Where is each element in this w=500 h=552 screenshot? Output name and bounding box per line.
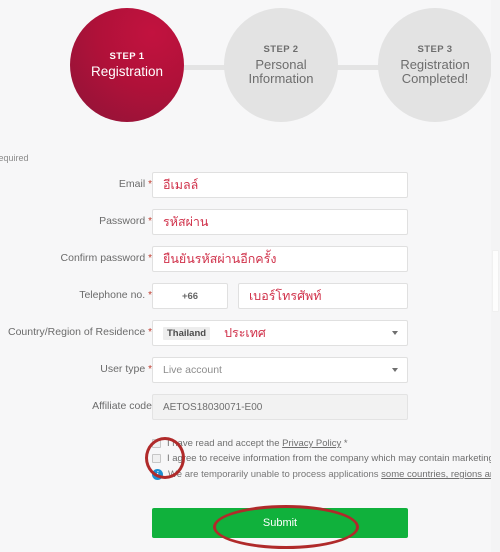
stepper-step-2-title-line1: Personal bbox=[255, 57, 307, 72]
affiliate-code-label-text: Affiliate code bbox=[92, 400, 152, 412]
country-label-text: Country/Region of Residence bbox=[8, 326, 146, 338]
affiliate-code-field[interactable]: AETOS18030071-E00 bbox=[152, 394, 408, 420]
chevron-down-icon bbox=[392, 331, 398, 335]
privacy-policy-label: I have read and accept the Privacy Polic… bbox=[167, 437, 348, 450]
affiliate-code-value: AETOS18030071-E00 bbox=[163, 401, 263, 413]
consent-marketing-row[interactable]: I agree to receive information from the … bbox=[152, 452, 500, 467]
confirm-password-label-text: Confirm password bbox=[60, 252, 146, 264]
country-label: Country/Region of Residence * bbox=[0, 326, 152, 338]
stepper-step-3-title-line1: Registration bbox=[400, 57, 470, 72]
email-field[interactable]: อีเมลล์ bbox=[152, 172, 408, 198]
country-select[interactable]: Thailand ประเทศ bbox=[152, 320, 408, 346]
stepper-step-2[interactable]: STEP 2 Personal Information bbox=[224, 8, 338, 122]
restriction-notice-text: We are temporarily unable to process app… bbox=[168, 468, 500, 481]
telephone-country-code[interactable]: +66 bbox=[152, 283, 228, 309]
stepper-step-2-title-line2: Information bbox=[248, 71, 314, 86]
privacy-policy-text-before: I have read and accept the bbox=[167, 438, 283, 449]
form-row-country: Country/Region of Residence * Thailand ป… bbox=[0, 320, 500, 357]
stepper-step-1-title: Registration bbox=[90, 64, 164, 79]
stepper-step-2-number: STEP 2 bbox=[263, 44, 299, 55]
stepper-step-3-title: Registration Completed! bbox=[394, 58, 475, 86]
required-note: * Required bbox=[0, 153, 29, 163]
form-row-telephone: Telephone no. * +66 เบอร์โทรศัพท์ bbox=[0, 283, 500, 320]
telephone-label: Telephone no. * bbox=[0, 289, 152, 301]
telephone-label-text: Telephone no. bbox=[79, 289, 146, 301]
restriction-notice-row: i We are temporarily unable to process a… bbox=[152, 468, 500, 481]
email-placeholder: อีเมลล์ bbox=[163, 177, 199, 192]
registration-stepper: STEP 1 Registration STEP 2 Personal Info… bbox=[0, 0, 500, 130]
user-type-label: User type * bbox=[0, 363, 152, 375]
email-label: Email * bbox=[0, 178, 152, 190]
confirm-password-placeholder: ยืนยันรหัสผ่านอีกครั้ง bbox=[163, 251, 277, 266]
user-type-selected-value: Live account bbox=[163, 364, 222, 376]
country-hint-text: ประเทศ bbox=[224, 325, 266, 340]
stepper-step-1[interactable]: STEP 1 Registration bbox=[70, 8, 184, 122]
affiliate-code-label: Affiliate code bbox=[0, 400, 152, 412]
page-scrollbar-track[interactable] bbox=[491, 0, 500, 552]
marketing-consent-label: I agree to receive information from the … bbox=[167, 453, 500, 464]
confirm-password-field[interactable]: ยืนยันรหัสผ่านอีกครั้ง bbox=[152, 246, 408, 272]
chevron-down-icon bbox=[392, 368, 398, 372]
confirm-password-label: Confirm password * bbox=[0, 252, 152, 264]
restriction-notice-text-before: We are temporarily unable to process app… bbox=[168, 469, 382, 480]
form-row-user-type: User type * Live account bbox=[0, 357, 500, 394]
page-scrollbar-thumb[interactable] bbox=[492, 250, 499, 312]
user-type-select[interactable]: Live account bbox=[152, 357, 408, 383]
stepper-step-3[interactable]: STEP 3 Registration Completed! bbox=[378, 8, 492, 122]
stepper-step-2-title: Personal Information bbox=[242, 58, 319, 86]
form-row-affiliate-code: Affiliate code AETOS18030071-E00 bbox=[0, 394, 500, 431]
form-row-password: Password * รหัสผ่าน bbox=[0, 209, 500, 246]
form-row-email: Email * อีเมลล์ bbox=[0, 172, 500, 209]
email-label-text: Email bbox=[118, 178, 146, 190]
info-icon: i bbox=[152, 469, 163, 480]
submit-button[interactable]: Submit bbox=[152, 508, 408, 538]
restricted-countries-link[interactable]: some countries, regions and organisation… bbox=[381, 469, 500, 480]
password-label: Password * bbox=[0, 215, 152, 227]
country-selected-value: Thailand bbox=[163, 326, 211, 340]
stepper-step-1-number: STEP 1 bbox=[109, 51, 145, 62]
password-placeholder: รหัสผ่าน bbox=[163, 214, 209, 229]
telephone-field[interactable]: เบอร์โทรศัพท์ bbox=[238, 283, 408, 309]
privacy-policy-text-after: * bbox=[341, 438, 348, 449]
password-label-text: Password bbox=[99, 215, 146, 227]
privacy-policy-checkbox[interactable] bbox=[152, 439, 161, 448]
consent-group: I have read and accept the Privacy Polic… bbox=[152, 437, 500, 481]
password-field[interactable]: รหัสผ่าน bbox=[152, 209, 408, 235]
marketing-consent-checkbox[interactable] bbox=[152, 454, 161, 463]
consent-privacy-row[interactable]: I have read and accept the Privacy Polic… bbox=[152, 437, 500, 452]
privacy-policy-link[interactable]: Privacy Policy bbox=[282, 438, 341, 449]
stepper-step-3-title-line2: Completed! bbox=[401, 71, 469, 86]
form-row-confirm-password: Confirm password * ยืนยันรหัสผ่านอีกครั้… bbox=[0, 246, 500, 283]
telephone-placeholder: เบอร์โทรศัพท์ bbox=[249, 288, 322, 303]
registration-form: Email * อีเมลล์ Password * รหัสผ่าน Conf… bbox=[0, 172, 500, 431]
stepper-step-3-number: STEP 3 bbox=[417, 44, 453, 55]
user-type-label-text: User type bbox=[100, 363, 146, 375]
